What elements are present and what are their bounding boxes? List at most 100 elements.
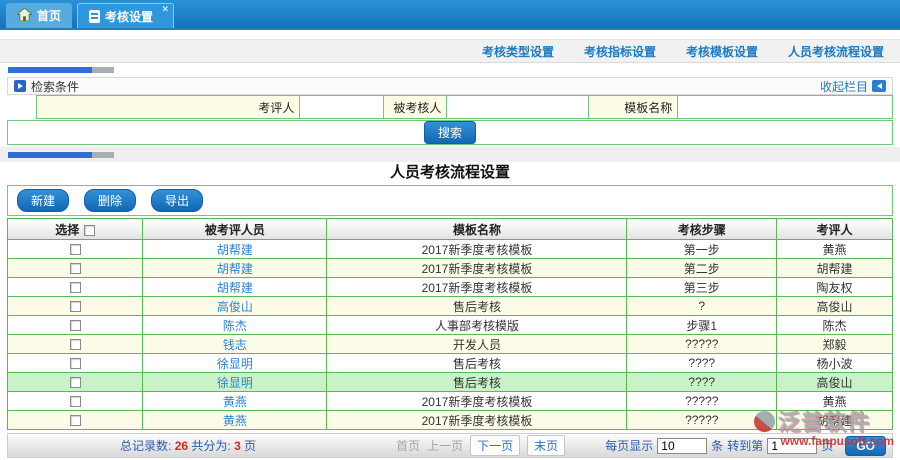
assessee-link[interactable]: 高俊山 xyxy=(217,300,253,314)
scroll-strip xyxy=(0,147,900,162)
go-button[interactable]: GO xyxy=(845,436,886,456)
table-row: 钱志开发人员?????郑毅 xyxy=(8,335,893,354)
table-row: 胡帮建2017新季度考核模板第三步陶友权 xyxy=(8,278,893,297)
tab-assessment-label: 考核设置 xyxy=(105,8,153,25)
goto-label: 转到第 xyxy=(727,437,763,454)
expand-arrow-icon[interactable] xyxy=(14,80,26,92)
assessor-cell: 黄燕 xyxy=(777,392,893,411)
assessee-link[interactable]: 胡帮建 xyxy=(217,281,253,295)
goto-unit: 页 xyxy=(821,437,833,454)
page-size-controls: 每页显示 条 转到第 页 GO xyxy=(605,436,892,456)
row-checkbox[interactable] xyxy=(70,282,81,293)
table-header-row: 选择 被考评人员 模板名称 考核步骤 考评人 xyxy=(8,219,893,240)
new-button[interactable]: 新建 xyxy=(17,189,69,212)
next-page-button[interactable]: 下一页 xyxy=(470,435,520,456)
assessee-cell: 胡帮建 xyxy=(143,259,327,278)
first-page-button[interactable]: 首页 xyxy=(396,437,420,454)
nav-link-assessment-type[interactable]: 考核类型设置 xyxy=(482,43,554,60)
table-row: 胡帮建2017新季度考核模板第一步黄燕 xyxy=(8,240,893,259)
per-page-input[interactable] xyxy=(657,438,707,454)
row-checkbox[interactable] xyxy=(70,396,81,407)
assessee-link[interactable]: 钱志 xyxy=(223,338,247,352)
row-checkbox[interactable] xyxy=(70,415,81,426)
nav-link-assessment-indicator[interactable]: 考核指标设置 xyxy=(584,43,656,60)
assessee-link[interactable]: 陈杰 xyxy=(223,319,247,333)
template-cell: 2017新季度考核模板 xyxy=(327,240,627,259)
home-icon xyxy=(17,8,32,24)
template-cell: 2017新季度考核模板 xyxy=(327,259,627,278)
search-button[interactable]: 搜索 xyxy=(424,121,476,144)
per-page-label: 每页显示 xyxy=(605,437,653,454)
horizontal-scrollbar-top[interactable] xyxy=(8,67,114,73)
assessor-input[interactable] xyxy=(300,96,383,118)
assessor-column-header: 考评人 xyxy=(777,219,893,240)
assessor-cell: 杨小波 xyxy=(777,354,893,373)
assessee-cell: 钱志 xyxy=(143,335,327,354)
horizontal-scrollbar-middle[interactable] xyxy=(8,152,114,158)
select-cell xyxy=(8,354,143,373)
assessee-link[interactable]: 黄燕 xyxy=(223,395,247,409)
table-row: 黄燕2017新季度考核模板?????胡帮建 xyxy=(8,411,893,430)
template-cell: 开发人员 xyxy=(327,335,627,354)
last-page-button[interactable]: 末页 xyxy=(527,435,565,456)
template-column-header: 模板名称 xyxy=(327,219,627,240)
prev-page-button[interactable]: 上一页 xyxy=(427,437,463,454)
nav-link-personnel-assessment-flow[interactable]: 人员考核流程设置 xyxy=(788,43,884,60)
select-cell xyxy=(8,411,143,430)
row-checkbox[interactable] xyxy=(70,320,81,331)
template-name-input[interactable] xyxy=(678,96,892,118)
select-column-header: 选择 xyxy=(8,219,143,240)
select-cell xyxy=(8,240,143,259)
assessee-link[interactable]: 胡帮建 xyxy=(217,262,253,276)
assessee-cell: 徐显明 xyxy=(143,373,327,392)
assessor-field-label: 考评人 xyxy=(37,96,300,118)
row-checkbox[interactable] xyxy=(70,263,81,274)
delete-button[interactable]: 删除 xyxy=(84,189,136,212)
select-cell xyxy=(8,316,143,335)
row-checkbox[interactable] xyxy=(70,301,81,312)
export-button[interactable]: 导出 xyxy=(151,189,203,212)
assessee-link[interactable]: 徐显明 xyxy=(217,376,253,390)
action-toolbar: 新建 删除 导出 xyxy=(7,185,893,216)
select-cell xyxy=(8,297,143,316)
nav-link-assessment-template[interactable]: 考核模板设置 xyxy=(686,43,758,60)
record-count: 26 xyxy=(175,439,188,453)
module-nav: 考核类型设置 考核指标设置 考核模板设置 人员考核流程设置 xyxy=(0,39,900,63)
template-cell: 售后考核 xyxy=(327,354,627,373)
row-checkbox[interactable] xyxy=(70,377,81,388)
assessor-field xyxy=(300,96,384,118)
search-panel-header: 检索条件 收起栏目 xyxy=(7,77,893,95)
step-cell: 第三步 xyxy=(627,278,777,297)
row-checkbox[interactable] xyxy=(70,358,81,369)
step-cell: ???? xyxy=(627,373,777,392)
collapse-panel-button[interactable]: 收起栏目 xyxy=(820,78,886,95)
assessee-link[interactable]: 黄燕 xyxy=(223,414,247,428)
step-cell: ????? xyxy=(627,392,777,411)
select-cell xyxy=(8,335,143,354)
step-cell: 步骤1 xyxy=(627,316,777,335)
page-count: 3 xyxy=(234,439,241,453)
assessee-link[interactable]: 徐显明 xyxy=(217,357,253,371)
row-checkbox[interactable] xyxy=(70,244,81,255)
goto-page-input[interactable] xyxy=(767,438,817,454)
assessee-column-header: 被考评人员 xyxy=(143,219,327,240)
per-page-unit: 条 xyxy=(711,437,723,454)
select-cell xyxy=(8,278,143,297)
step-cell: ? xyxy=(627,297,777,316)
assessee-link[interactable]: 胡帮建 xyxy=(217,243,253,257)
assessee-input[interactable] xyxy=(447,96,588,118)
assessee-cell: 徐显明 xyxy=(143,354,327,373)
assessee-cell: 高俊山 xyxy=(143,297,327,316)
row-checkbox[interactable] xyxy=(70,339,81,350)
select-cell xyxy=(8,392,143,411)
template-name-field xyxy=(678,96,892,118)
tab-close-icon[interactable]: ✕ xyxy=(161,4,169,15)
select-cell xyxy=(8,259,143,278)
select-all-checkbox[interactable] xyxy=(84,225,95,236)
assessor-cell: 黄燕 xyxy=(777,240,893,259)
template-cell: 售后考核 xyxy=(327,373,627,392)
assessee-field xyxy=(447,96,589,118)
tab-home[interactable]: 首页 xyxy=(6,3,72,28)
assessee-field-label: 被考核人 xyxy=(384,96,447,118)
tab-assessment-settings[interactable]: 考核设置 ✕ xyxy=(77,3,174,28)
